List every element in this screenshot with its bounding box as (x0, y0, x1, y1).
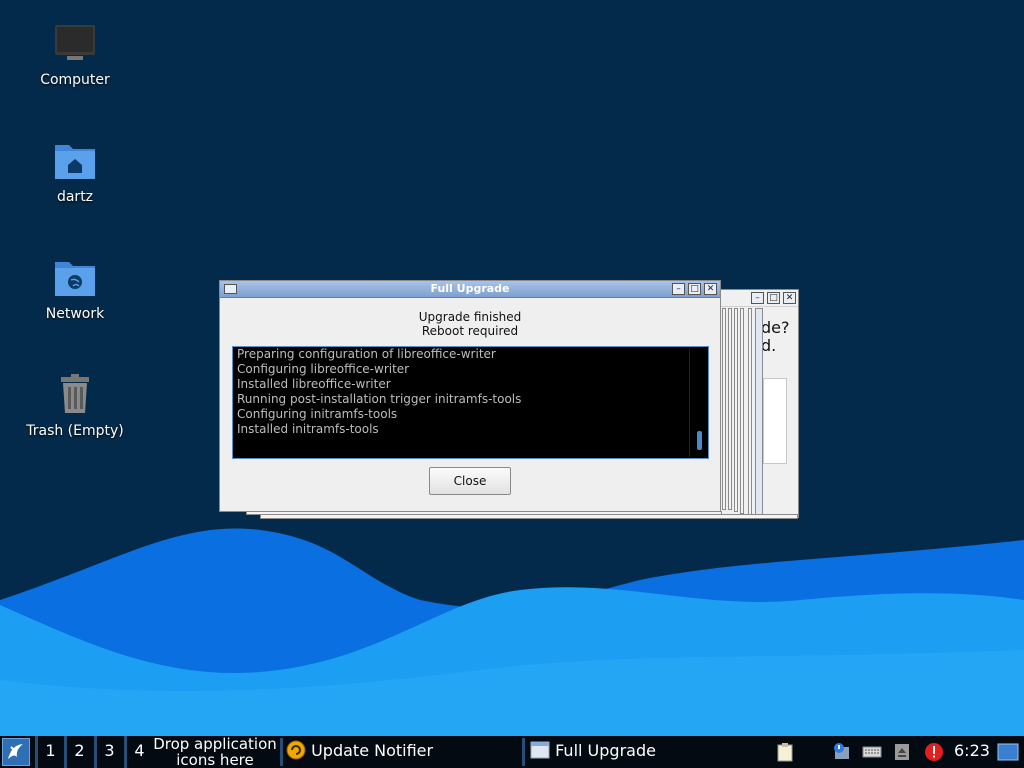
computer-icon (55, 25, 95, 60)
log-line: Installed libreoffice-writer (237, 377, 391, 391)
close-icon[interactable]: ✕ (704, 283, 717, 295)
drop-area-label-1: Drop application (153, 735, 277, 753)
desktop-icon-label: dartz (56, 189, 94, 205)
minimize-icon[interactable]: – (751, 292, 764, 304)
window-icon (530, 741, 550, 759)
desktop-icon-network[interactable]: Network (20, 256, 130, 322)
notification-icon[interactable] (832, 742, 852, 762)
background-dialog-text-1: de? (761, 318, 790, 337)
maximize-icon[interactable]: □ (767, 292, 780, 304)
status-finished: Upgrade finished (418, 310, 522, 324)
stacked-window-edge (722, 308, 726, 510)
full-upgrade-titlebar[interactable]: Full Upgrade – □ ✕ (220, 281, 720, 298)
log-line: Installed initramfs-tools (237, 422, 379, 436)
log-line: Running post-installation trigger initra… (237, 392, 522, 406)
log-line: Configuring libreoffice-writer (237, 362, 410, 376)
close-icon[interactable]: ✕ (783, 292, 796, 304)
clipboard-icon[interactable] (775, 742, 795, 762)
workspace-3[interactable]: 3 (94, 736, 122, 768)
home-folder-icon (55, 145, 95, 179)
drop-area-label-2: icons here (176, 751, 254, 768)
workspace-4[interactable]: 4 (124, 736, 152, 768)
update-notifier-icon (286, 740, 306, 760)
task-label: Full Upgrade (555, 741, 656, 760)
desktop-icon-computer[interactable]: Computer (20, 22, 130, 88)
trash-icon (61, 374, 89, 413)
desktop-icon-trash[interactable]: Trash (Empty) (20, 373, 130, 439)
minimize-icon[interactable]: – (672, 283, 685, 295)
log-scrollbar-track (689, 349, 690, 457)
task-update-notifier[interactable]: Update Notifier (286, 736, 433, 768)
stacked-window-edge (728, 308, 732, 510)
full-upgrade-window: Full Upgrade – □ ✕ Upgrade finished Rebo… (219, 280, 721, 512)
background-dialog-textbox (763, 378, 787, 464)
upgrade-status: Upgrade finished Reboot required (220, 310, 720, 338)
error-alert-icon[interactable] (924, 742, 944, 762)
stacked-window-edge (755, 308, 763, 516)
background-dialog-titlebar: – □ ✕ (721, 290, 798, 307)
show-desktop-icon[interactable] (997, 742, 1019, 762)
status-reboot: Reboot required (421, 324, 519, 338)
stacked-window-edge (740, 308, 744, 514)
start-menu-button[interactable] (2, 738, 30, 766)
stacked-window-edge (734, 308, 738, 512)
desktop-icon-label: Network (45, 306, 105, 322)
background-dialog-text-2: d. (761, 336, 777, 355)
stacked-window-edge (748, 308, 752, 516)
taskbar: 1 2 3 4 Drop application icons here Upda… (0, 736, 1024, 768)
taskbar-separator (522, 738, 525, 766)
upgrade-log[interactable]: Preparing configuration of libreoffice-w… (232, 346, 709, 459)
taskbar-separator (280, 738, 283, 766)
eject-icon[interactable] (892, 742, 912, 762)
window-title: Full Upgrade (430, 282, 510, 295)
keyboard-icon[interactable] (862, 742, 882, 762)
task-label: Update Notifier (311, 741, 434, 760)
workspace-2[interactable]: 2 (64, 736, 92, 768)
stacked-window-edge (260, 514, 798, 519)
network-folder-icon (55, 262, 95, 296)
desktop-icon-dartz[interactable]: dartz (20, 139, 130, 205)
desktop-icon-label: Computer (40, 72, 110, 88)
quicklaunch-drop-area[interactable]: Drop application icons here (152, 736, 278, 768)
clock[interactable]: 6:23 (954, 736, 990, 766)
desktop-icon-label: Trash (Empty) (26, 423, 124, 439)
task-full-upgrade[interactable]: Full Upgrade (530, 736, 770, 768)
desktop: Computer dartz Network Trash (Empty) – □… (0, 0, 1024, 736)
log-line: Configuring initramfs-tools (237, 407, 398, 421)
maximize-icon[interactable]: □ (688, 283, 701, 295)
log-scrollbar-thumb[interactable] (697, 431, 702, 450)
workspace-1[interactable]: 1 (35, 736, 63, 768)
lubuntu-logo-icon (8, 744, 23, 759)
close-button[interactable]: Close (429, 467, 511, 495)
log-line: Preparing configuration of libreoffice-w… (237, 347, 496, 361)
